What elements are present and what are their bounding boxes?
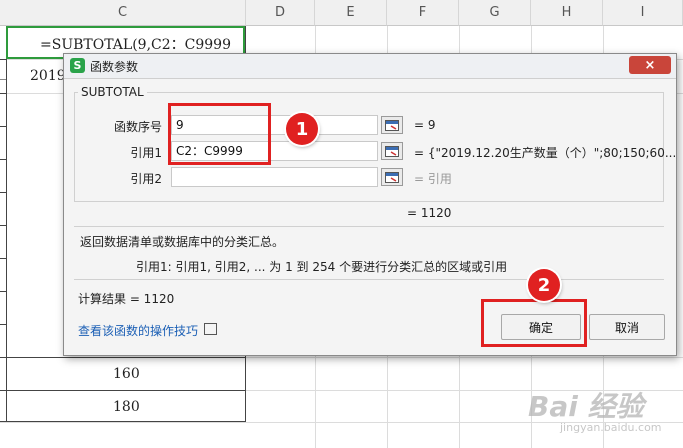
table-border [0, 79, 6, 80]
table-border [0, 291, 6, 292]
arg-label-function-num: 函数序号 [113, 120, 162, 134]
cancel-button[interactable]: 取消 [589, 314, 665, 340]
column-header-e[interactable]: E [315, 0, 387, 26]
arg-result: = 引用 [414, 172, 452, 186]
wps-logo-icon: S [70, 58, 85, 73]
step-badge-2: 2 [528, 269, 560, 301]
table-border [6, 26, 7, 421]
range-select-icon [385, 171, 399, 183]
cell-value[interactable]: 160 [113, 366, 140, 382]
calc-result: 计算结果 = 1120 [78, 292, 175, 306]
collapse-dialog-button[interactable] [381, 116, 403, 134]
highlight-box-arguments [168, 103, 271, 165]
table-border [0, 357, 246, 358]
close-button[interactable]: × [629, 56, 671, 74]
cell-value[interactable]: 180 [113, 399, 140, 415]
range-select-icon [385, 145, 399, 157]
column-header-g[interactable]: G [459, 0, 531, 26]
cell-text: 2019 [30, 68, 66, 84]
watermark-logo: Bai 经验 [528, 390, 644, 423]
dialog-titlebar[interactable]: S 函数参数 × [64, 54, 676, 79]
table-border [0, 159, 6, 160]
arg-result: = 9 [414, 118, 436, 132]
close-icon: × [644, 57, 656, 73]
table-border [0, 192, 6, 193]
table-border [0, 59, 6, 60]
table-border [0, 421, 246, 422]
column-header-h[interactable]: H [531, 0, 603, 26]
arg-label-ref1: 引用1 [130, 146, 162, 160]
column-header-f[interactable]: F [387, 0, 459, 26]
function-description: 返回数据清单或数据库中的分类汇总。 [80, 235, 285, 249]
arg-result: = {"2019.12.20生产数量（个）";80;150;60... [414, 146, 677, 160]
column-header-i[interactable]: I [603, 0, 683, 26]
table-border [0, 324, 6, 325]
parameter-help: 引用1: 引用1, 引用2, ... 为 1 到 254 个要进行分类汇总的区域… [136, 260, 508, 274]
range-select-icon [385, 119, 399, 131]
formula-cell-text: =SUBTOTAL(9,C2：C9999 [40, 37, 231, 53]
dialog-title: 函数参数 [90, 60, 139, 74]
column-header-c[interactable]: C [0, 0, 246, 26]
step-badge-1: 1 [286, 113, 318, 145]
divider [74, 279, 664, 280]
total-result: = 1120 [407, 206, 452, 220]
table-border [0, 390, 246, 391]
collapse-dialog-button[interactable] [381, 142, 403, 160]
table-border [0, 93, 6, 94]
arg-label-ref2: 引用2 [130, 172, 162, 186]
watermark-url: jingyan.baidu.com [560, 421, 662, 434]
function-tips-link[interactable]: 查看该函数的操作技巧 [78, 322, 198, 339]
video-icon[interactable] [204, 323, 217, 335]
collapse-dialog-button[interactable] [381, 168, 403, 186]
table-border [0, 225, 6, 226]
table-border [0, 258, 6, 259]
table-border [0, 126, 6, 127]
divider [74, 226, 664, 227]
ref2-input[interactable] [171, 167, 378, 187]
highlight-box-ok [481, 299, 587, 347]
function-name-label: SUBTOTAL [78, 85, 147, 99]
column-header-d[interactable]: D [246, 0, 315, 26]
